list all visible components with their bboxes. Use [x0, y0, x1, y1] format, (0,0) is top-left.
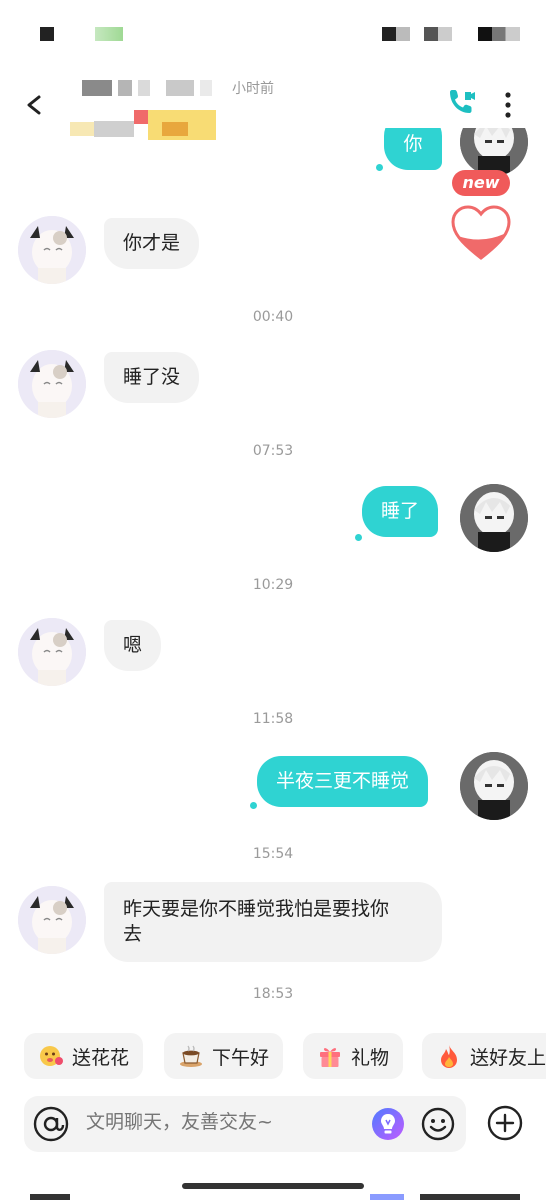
signal-icon	[95, 27, 123, 41]
network-icon	[424, 27, 452, 41]
fire-icon	[441, 1045, 457, 1068]
emoji-icon[interactable]	[420, 1106, 456, 1142]
message-bubble-incoming[interactable]: 昨天要是你不睡觉我怕是要找你 去	[104, 882, 442, 962]
contact-name-redacted[interactable]	[82, 80, 212, 96]
quick-actions-bar[interactable]: 送花花 下午好 礼物 送好友上	[0, 1030, 546, 1082]
anime-avatar-icon	[460, 128, 528, 176]
contact-avatar[interactable]	[18, 618, 86, 686]
anime-avatar-icon	[18, 618, 86, 686]
new-badge: new	[452, 170, 510, 196]
message-text: 半夜三更不睡觉	[276, 770, 410, 792]
message-text-line: 去	[123, 923, 143, 945]
video-call-icon[interactable]	[444, 86, 478, 120]
quick-action-send-flowers[interactable]: 送花花	[24, 1033, 144, 1079]
more-options-icon[interactable]	[500, 90, 516, 120]
message-text-line: 昨天要是你不睡觉我怕是要找你	[123, 898, 390, 920]
gift-icon	[320, 1048, 340, 1067]
anime-avatar-icon	[18, 216, 86, 284]
flower-face-icon	[40, 1046, 63, 1066]
coffee-icon	[180, 1045, 202, 1067]
ai-bulb-icon[interactable]	[370, 1106, 406, 1142]
message-bubble-outgoing[interactable]: 睡了	[362, 486, 439, 537]
message-input[interactable]	[86, 1111, 356, 1133]
chip-label: 送好友上	[470, 1046, 546, 1069]
anime-avatar-icon	[460, 484, 528, 552]
message-bubble-incoming[interactable]: 嗯	[104, 620, 162, 671]
my-avatar[interactable]	[460, 128, 528, 176]
battery-icon	[478, 27, 520, 41]
contact-avatar[interactable]	[18, 350, 86, 418]
plus-icon[interactable]	[486, 1104, 524, 1142]
status-bar	[0, 0, 546, 60]
message-text: 嗯	[123, 634, 143, 656]
sent-indicator	[376, 164, 383, 171]
mention-at-icon[interactable]	[32, 1105, 70, 1143]
heart-icon[interactable]	[450, 204, 512, 262]
message-bubble-incoming[interactable]: 睡了没	[104, 352, 200, 403]
message-bubble-outgoing[interactable]: 你	[384, 128, 442, 170]
message-composer	[24, 1096, 466, 1152]
contact-avatar[interactable]	[18, 216, 86, 284]
chip-label: 礼物	[351, 1046, 390, 1069]
timestamp: 11:58	[252, 711, 294, 727]
contact-avatar[interactable]	[18, 886, 86, 954]
message-text: 睡了	[381, 500, 420, 522]
message-list[interactable]: 你 new 你才是 00:40 睡了没 07:53 睡了 10:29 嗯 11:…	[0, 128, 546, 1020]
message-text: 睡了没	[123, 366, 181, 388]
message-bubble-outgoing[interactable]: 半夜三更不睡觉	[257, 756, 429, 807]
timestamp: 15:54	[252, 846, 294, 862]
back-arrow-icon[interactable]	[24, 94, 46, 116]
chip-label: 送花花	[72, 1046, 130, 1069]
anime-avatar-icon	[18, 886, 86, 954]
chip-label: 下午好	[212, 1046, 270, 1069]
new-badge-label: new	[462, 173, 500, 192]
sent-indicator	[250, 802, 257, 809]
home-indicator[interactable]	[182, 1183, 364, 1189]
status-icon	[40, 27, 54, 41]
quick-action-gift[interactable]: 礼物	[303, 1033, 404, 1079]
quick-action-good-afternoon[interactable]: 下午好	[164, 1033, 284, 1079]
timestamp: 00:40	[252, 309, 294, 325]
timestamp: 10:29	[252, 577, 294, 593]
last-seen-text: 小时前	[232, 81, 274, 97]
sent-indicator	[355, 534, 362, 541]
quick-action-send-friend[interactable]: 送好友上	[422, 1033, 546, 1079]
anime-avatar-icon	[18, 350, 86, 418]
timestamp: 18:53	[252, 986, 294, 1002]
message-bubble-incoming[interactable]: 你才是	[104, 218, 200, 269]
message-text: 你才是	[123, 232, 181, 254]
chat-screen: 小时前 你 new 你才是 00:40 睡了没 07:53 睡了 10:29 嗯…	[0, 0, 546, 1200]
timestamp: 07:53	[252, 443, 294, 459]
message-text: 你	[403, 133, 423, 155]
anime-avatar-icon	[460, 752, 528, 820]
cropped-content-strip	[0, 1190, 546, 1200]
my-avatar[interactable]	[460, 484, 528, 552]
my-avatar[interactable]	[460, 752, 528, 820]
wifi-icon	[382, 27, 410, 41]
